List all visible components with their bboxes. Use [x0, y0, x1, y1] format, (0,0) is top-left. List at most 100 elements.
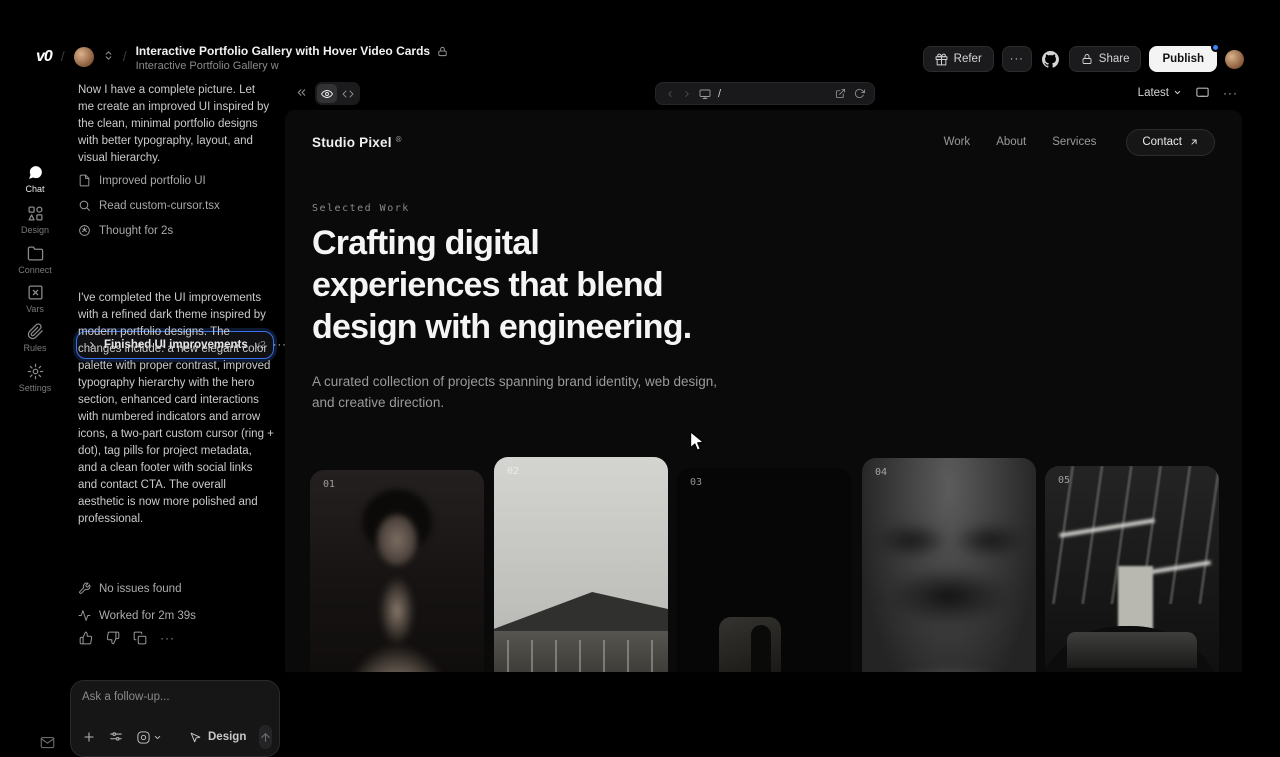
gift-icon	[935, 53, 948, 66]
thumbs-down-icon[interactable]	[106, 631, 120, 645]
sidebar-item-label: Chat	[25, 184, 44, 194]
issues-status: No issues found	[78, 582, 181, 595]
wrench-icon	[78, 582, 91, 595]
composer: Design	[70, 680, 280, 757]
project-card-01[interactable]: 01	[310, 470, 484, 679]
activity-pulse-icon	[78, 609, 91, 622]
paperclip-icon	[27, 323, 44, 340]
sliders-icon[interactable]	[109, 730, 123, 744]
url-bar[interactable]: /	[655, 82, 875, 105]
cursor-pointer-icon	[189, 731, 202, 744]
breadcrumb-separator: /	[123, 44, 127, 64]
copy-icon[interactable]	[133, 631, 147, 645]
message-more-icon[interactable]: ···	[160, 631, 175, 645]
design-shapes-icon	[27, 205, 44, 222]
lock-icon	[1081, 53, 1093, 65]
code-icon	[342, 88, 354, 100]
refer-label: Refer	[954, 53, 982, 65]
card-number: 03	[690, 477, 702, 488]
contact-button[interactable]: Contact	[1126, 129, 1215, 156]
github-button[interactable]	[1040, 46, 1061, 72]
registered-mark: ®	[396, 135, 402, 144]
preview-panel: / Latest ···	[285, 82, 1242, 679]
card-number: 01	[323, 479, 335, 490]
preview-toolbar: / Latest ···	[285, 82, 1242, 106]
publish-button[interactable]: Publish	[1149, 46, 1217, 72]
topbar-more-button[interactable]: ···	[1002, 46, 1032, 72]
private-lock-icon[interactable]	[437, 46, 448, 57]
forward-icon[interactable]	[682, 89, 692, 99]
preview-more-button[interactable]: ···	[1223, 86, 1238, 100]
site-header: Studio Pixel ® Work About Services Contac…	[312, 128, 1215, 156]
hero-subtext: A curated collection of projects spannin…	[312, 371, 717, 413]
sidebar-item-rules[interactable]: Rules	[0, 323, 70, 353]
file-text-icon	[78, 174, 91, 187]
assistant-message: Now I have a complete picture. Let me cr…	[78, 82, 274, 167]
at-sign-icon	[136, 730, 151, 745]
issues-label: No issues found	[99, 583, 181, 595]
back-icon[interactable]	[665, 89, 675, 99]
ellipsis-icon: ···	[1010, 53, 1024, 65]
project-card-05[interactable]: 05	[1045, 466, 1219, 679]
nav-link-about[interactable]: About	[996, 136, 1026, 148]
open-external-icon[interactable]	[835, 88, 846, 99]
device-monitor-icon[interactable]	[1195, 85, 1210, 100]
page-subtitle: Interactive Portfolio Gallery w	[136, 60, 449, 72]
arrow-up-right-icon	[1189, 137, 1199, 147]
eye-icon	[321, 88, 333, 100]
chevron-down-icon	[1173, 88, 1182, 97]
sidebar-item-label: Connect	[18, 265, 52, 275]
attach-plus-icon[interactable]	[82, 730, 96, 744]
project-card-03[interactable]: 03	[677, 468, 851, 679]
share-button[interactable]: Share	[1069, 46, 1142, 72]
step-read-custom-cursor[interactable]: Read custom-cursor.tsx	[78, 199, 220, 212]
code-view-toggle[interactable]	[338, 84, 358, 103]
step-improved-portfolio-ui[interactable]: Improved portfolio UI	[78, 174, 206, 187]
workspace-switcher-icon[interactable]	[103, 50, 114, 61]
user-avatar[interactable]	[1225, 50, 1244, 69]
workspace-avatar[interactable]	[74, 47, 94, 67]
thumbs-up-icon[interactable]	[79, 631, 93, 645]
collapse-panel-icon[interactable]	[295, 86, 308, 99]
step-label: Improved portfolio UI	[99, 175, 206, 187]
site-brand-text: Studio Pixel	[312, 135, 392, 150]
design-mode-label: Design	[208, 731, 246, 743]
followup-input[interactable]	[82, 691, 262, 703]
publish-label: Publish	[1162, 53, 1204, 65]
v0-logo: v0	[36, 44, 52, 66]
vars-box-icon	[27, 284, 44, 301]
version-dropdown[interactable]: Latest	[1138, 87, 1182, 99]
app-topbar: v0 / / Interactive Portfolio Gallery wit…	[0, 0, 1280, 80]
mention-source-button[interactable]	[136, 730, 162, 745]
search-icon	[78, 199, 91, 212]
card-number: 05	[1058, 475, 1070, 486]
mail-icon[interactable]	[40, 735, 55, 750]
chat-bubble-icon	[27, 164, 44, 181]
hero-heading: Crafting digital experiences that blend …	[312, 222, 691, 348]
card-number: 04	[875, 467, 887, 478]
section-eyebrow: Selected Work	[312, 203, 410, 214]
site-nav: Work About Services	[944, 136, 1097, 148]
sidebar-item-label: Settings	[19, 383, 52, 393]
project-card-04[interactable]: 04	[862, 458, 1036, 679]
sidebar-item-vars[interactable]: Vars	[0, 284, 70, 314]
worked-label: Worked for 2m 39s	[99, 610, 196, 622]
refer-button[interactable]: Refer	[923, 46, 994, 72]
sidebar-item-settings[interactable]: Settings	[0, 363, 70, 393]
github-icon	[1042, 51, 1059, 68]
site-frame: Studio Pixel ® Work About Services Contac…	[285, 110, 1242, 679]
nav-link-work[interactable]: Work	[944, 136, 971, 148]
design-mode-button[interactable]: Design	[189, 731, 246, 744]
site-logo[interactable]: Studio Pixel ®	[312, 135, 402, 150]
send-button[interactable]	[259, 725, 272, 749]
project-card-02[interactable]: 02	[494, 457, 668, 679]
sidebar-item-label: Design	[21, 225, 49, 235]
sidebar-item-connect[interactable]: Connect	[0, 245, 70, 275]
preview-eye-toggle[interactable]	[317, 84, 337, 103]
sidebar-item-chat[interactable]: Chat	[0, 164, 70, 194]
sidebar-item-design[interactable]: Design	[0, 205, 70, 235]
nav-link-services[interactable]: Services	[1052, 136, 1096, 148]
refresh-icon[interactable]	[854, 88, 865, 99]
step-thought[interactable]: Thought for 2s	[78, 224, 173, 237]
feedback-row: ···	[79, 631, 175, 645]
